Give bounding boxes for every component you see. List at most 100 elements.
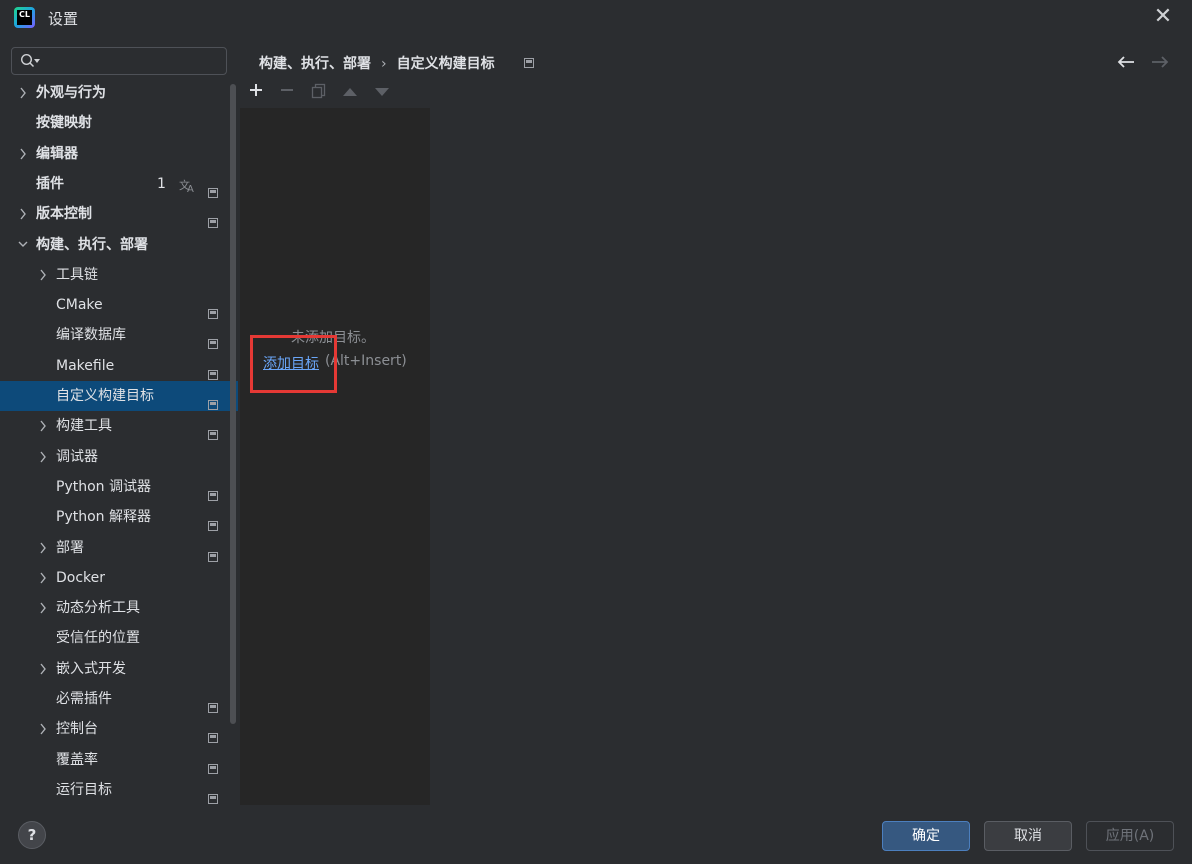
project-settings-icon bbox=[208, 785, 218, 804]
back-arrow-icon[interactable] bbox=[1115, 52, 1137, 72]
sidebar-item[interactable]: 自定义构建目标 bbox=[0, 381, 238, 411]
sidebar-item[interactable]: 版本控制 bbox=[0, 199, 238, 229]
sidebar-item[interactable]: 受信任的位置 bbox=[0, 623, 238, 653]
settings-tree: 外观与行为 按键映射 编辑器 插件 1 文 A 版本控制 构建、执行、部署 工具链 CMake 编译数… bbox=[0, 80, 238, 806]
sidebar-item-label: Makefile bbox=[56, 357, 115, 374]
copy-target-button[interactable] bbox=[309, 83, 329, 103]
breadcrumb-current: 自定义构建目标 bbox=[396, 56, 495, 72]
window-title: 设置 bbox=[48, 10, 79, 28]
sidebar-item[interactable]: 调试器 bbox=[0, 442, 238, 472]
sidebar-item-label: 部署 bbox=[56, 539, 84, 556]
sidebar-item[interactable]: 必需插件 bbox=[0, 684, 238, 714]
breadcrumb-separator: › bbox=[381, 56, 387, 72]
search-box[interactable] bbox=[11, 47, 227, 75]
sidebar-item-label: 构建、执行、部署 bbox=[36, 236, 148, 253]
chevron-right-icon[interactable] bbox=[17, 80, 29, 108]
project-settings-icon bbox=[208, 543, 218, 562]
sidebar-item-label: Python 解释器 bbox=[56, 509, 151, 526]
sidebar-item-label: 覆盖率 bbox=[56, 751, 98, 768]
shortcut-hint: (Alt+Insert) bbox=[325, 353, 407, 369]
breadcrumb: 构建、执行、部署 › 自定义构建目标 bbox=[259, 53, 495, 73]
chevron-right-icon[interactable] bbox=[37, 654, 49, 684]
move-down-button[interactable] bbox=[372, 83, 392, 103]
sidebar-item-label: 按键映射 bbox=[36, 115, 92, 132]
sidebar-item[interactable]: 嵌入式开发 bbox=[0, 654, 238, 684]
search-input[interactable] bbox=[46, 50, 225, 74]
ok-button[interactable]: 确定 bbox=[882, 821, 970, 851]
chevron-right-icon[interactable] bbox=[37, 563, 49, 593]
help-button[interactable]: ? bbox=[18, 821, 46, 849]
sidebar-scrollbar[interactable] bbox=[230, 84, 236, 724]
sidebar-item-label: 受信任的位置 bbox=[56, 630, 140, 647]
chevron-right-icon[interactable] bbox=[37, 714, 49, 744]
remove-target-button[interactable] bbox=[277, 83, 297, 103]
sidebar-item[interactable]: 工具链 bbox=[0, 260, 238, 290]
sidebar-item[interactable]: 运行目标 bbox=[0, 775, 238, 805]
close-icon[interactable]: ✕ bbox=[1152, 6, 1174, 28]
project-settings-icon bbox=[208, 361, 218, 380]
project-settings-icon bbox=[208, 209, 218, 229]
sidebar-item[interactable]: Docker bbox=[0, 563, 238, 593]
chevron-right-icon[interactable] bbox=[37, 533, 49, 563]
sidebar-item-label: 工具链 bbox=[56, 266, 98, 283]
sidebar-item[interactable]: 构建工具 bbox=[0, 411, 238, 441]
apply-button[interactable]: 应用(A) bbox=[1086, 821, 1174, 851]
sidebar-item-label: 版本控制 bbox=[36, 206, 92, 223]
sidebar-item-label: 控制台 bbox=[56, 721, 98, 738]
project-settings-icon bbox=[208, 300, 218, 320]
project-settings-icon bbox=[524, 58, 534, 68]
sidebar-item-label: 编译数据库 bbox=[56, 327, 126, 344]
project-settings-icon bbox=[208, 694, 218, 713]
sidebar-item[interactable]: 外观与行为 bbox=[0, 80, 238, 108]
sidebar-item-label: 动态分析工具 bbox=[56, 600, 140, 617]
app-logo-text: CL bbox=[17, 10, 32, 25]
build-target-list[interactable] bbox=[240, 108, 430, 805]
add-target-button[interactable] bbox=[246, 83, 266, 103]
project-settings-icon bbox=[208, 421, 218, 441]
sidebar-item[interactable]: 编辑器 bbox=[0, 139, 238, 169]
sidebar-item[interactable]: 覆盖率 bbox=[0, 745, 238, 775]
sidebar-item-label: Docker bbox=[56, 569, 106, 586]
project-settings-icon bbox=[208, 755, 218, 774]
sidebar-item-label: 运行目标 bbox=[56, 781, 112, 798]
chevron-down-icon[interactable] bbox=[17, 230, 29, 260]
plugin-update-count: 1 bbox=[157, 175, 166, 192]
sidebar-item[interactable]: 动态分析工具 bbox=[0, 593, 238, 623]
cancel-button[interactable]: 取消 bbox=[984, 821, 1072, 851]
sidebar-item[interactable]: 构建、执行、部署 bbox=[0, 230, 238, 260]
sidebar-item[interactable]: 控制台 bbox=[0, 714, 238, 744]
search-options-chevron-icon bbox=[34, 59, 40, 63]
breadcrumb-parent[interactable]: 构建、执行、部署 bbox=[259, 53, 371, 73]
sidebar-item[interactable]: Makefile bbox=[0, 351, 238, 381]
project-settings-icon bbox=[208, 482, 218, 501]
project-settings-icon bbox=[208, 179, 218, 198]
chevron-right-icon[interactable] bbox=[37, 442, 49, 472]
move-up-button[interactable] bbox=[340, 83, 360, 103]
sidebar-item[interactable]: 插件 1 文 A bbox=[0, 169, 238, 199]
sidebar-item[interactable]: Python 调试器 bbox=[0, 472, 238, 502]
chevron-right-icon[interactable] bbox=[37, 593, 49, 623]
sidebar-item-label: 自定义构建目标 bbox=[56, 388, 154, 404]
sidebar-item[interactable]: 部署 bbox=[0, 533, 238, 563]
project-settings-icon bbox=[208, 391, 218, 410]
sidebar-item-label: 构建工具 bbox=[56, 418, 112, 435]
sidebar-item-label: Python 调试器 bbox=[56, 478, 151, 495]
project-settings-icon bbox=[208, 512, 218, 532]
svg-text:A: A bbox=[187, 184, 194, 195]
sidebar-item[interactable]: CMake bbox=[0, 290, 238, 320]
sidebar-item-label: 调试器 bbox=[56, 448, 98, 465]
chevron-right-icon[interactable] bbox=[17, 139, 29, 169]
sidebar-item[interactable]: 编译数据库 bbox=[0, 320, 238, 350]
chevron-right-icon[interactable] bbox=[17, 199, 29, 229]
chevron-right-icon[interactable] bbox=[37, 260, 49, 290]
sidebar-item[interactable]: 按键映射 bbox=[0, 108, 238, 138]
sidebar-item-label: 外观与行为 bbox=[36, 85, 106, 101]
sidebar-item[interactable]: Python 解释器 bbox=[0, 502, 238, 532]
app-logo-icon: CL bbox=[14, 7, 35, 28]
sidebar-item-label: CMake bbox=[56, 297, 103, 314]
project-settings-icon bbox=[208, 330, 218, 350]
forward-arrow-icon[interactable] bbox=[1149, 52, 1171, 72]
sidebar-item-label: 插件 bbox=[36, 175, 64, 192]
chevron-right-icon[interactable] bbox=[37, 411, 49, 441]
project-settings-icon bbox=[208, 724, 218, 744]
